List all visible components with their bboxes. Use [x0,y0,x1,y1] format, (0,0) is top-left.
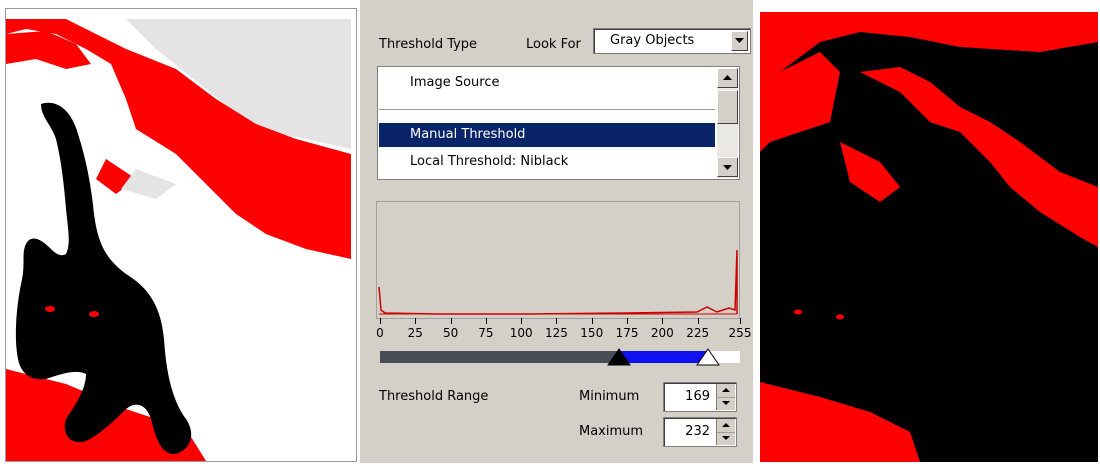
axis-tick [591,318,593,324]
thresholded-image-left [5,8,357,462]
axis-tick-label: 0 [376,326,384,340]
list-divider [379,109,715,110]
axis-tick-label: 255 [728,326,752,340]
max-handle-icon[interactable] [695,348,720,366]
list-scrollbar[interactable] [717,68,738,178]
axis-tick-label: 100 [509,326,533,340]
axis-tick [556,318,558,324]
minimum-spinbox[interactable]: 169 [663,382,737,412]
axis-tick [415,318,417,324]
spin-up-icon[interactable] [717,419,735,433]
spin-down-icon[interactable] [717,397,735,410]
histogram-axis: 0 25 50 75 100 125 150 175 200 225 255 [360,318,753,350]
spin-down-icon[interactable] [717,432,735,445]
dropdown-arrow-icon[interactable] [731,31,748,51]
axis-tick-label: 125 [545,326,568,340]
axis-tick [697,318,699,324]
scroll-down-icon[interactable] [717,157,738,177]
maximum-spinbox[interactable]: 232 [663,417,737,447]
minimum-label: Minimum [579,389,640,404]
axis-tick-label: 75 [478,326,494,340]
axis-tick [662,318,664,324]
axis-tick [627,318,629,324]
list-item-image-source[interactable]: Image Source [379,71,715,95]
threshold-range-slider[interactable] [380,351,740,363]
list-item-manual-threshold[interactable]: Manual Threshold [379,123,715,147]
maximum-label: Maximum [579,424,644,439]
minimum-value: 169 [685,389,710,404]
threshold-dialog: Threshold Type Look For Gray Objects Ima… [360,0,753,463]
scroll-up-icon[interactable] [717,68,738,88]
axis-tick-label: 175 [615,326,639,340]
axis-tick [380,318,381,324]
axis-tick-label: 50 [442,326,459,340]
image-source-list[interactable]: Image Source Manual Threshold Local Thre… [377,66,740,180]
axis-tick [485,318,487,324]
look-for-value: Gray Objects [610,33,695,48]
thresholded-image-right [760,12,1098,462]
axis-tick-label: 200 [650,326,674,340]
look-for-label: Look For [526,37,581,52]
axis-tick-label: 150 [580,326,604,340]
maximum-value: 232 [685,424,710,439]
slider-track-below-range [380,351,619,363]
scroll-thumb[interactable] [717,90,738,124]
axis-tick [521,318,523,324]
look-for-dropdown[interactable]: Gray Objects [593,28,751,54]
axis-tick-label: 225 [686,326,710,340]
threshold-range-label: Threshold Range [379,389,489,404]
list-item-local-threshold-niblack[interactable]: Local Threshold: Niblack [379,150,715,174]
axis-tick [450,318,452,324]
slider-selected-range [618,351,708,363]
intensity-histogram [376,201,740,319]
min-handle-icon[interactable] [606,348,631,366]
axis-tick-label: 25 [407,326,423,340]
threshold-type-label: Threshold Type [379,37,478,52]
spin-up-icon[interactable] [717,384,735,398]
axis-tick [740,318,741,324]
